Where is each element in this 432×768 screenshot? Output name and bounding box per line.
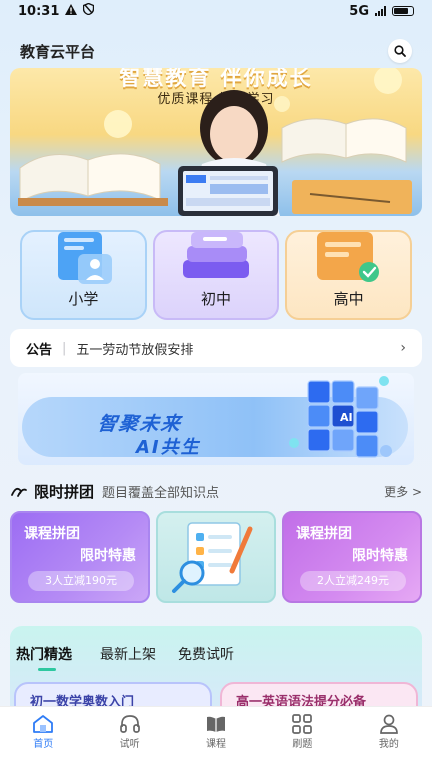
headphones-icon: [118, 713, 142, 735]
shield-icon: [83, 2, 95, 19]
deal-badge: 2人立减249元: [300, 571, 406, 591]
signal-icon: [375, 6, 386, 16]
level-card-primary[interactable]: 小学: [20, 230, 147, 320]
home-icon: [31, 713, 55, 735]
chevron-right-icon: ›: [400, 340, 406, 356]
tab-profile[interactable]: 我的: [346, 707, 432, 768]
level-label-primary: 小学: [68, 290, 99, 308]
search-icon: [394, 45, 406, 57]
divider: |: [62, 340, 67, 356]
level-card-junior[interactable]: 初中: [152, 230, 280, 320]
level-label-senior: 高中: [333, 290, 364, 308]
hot-courses-section: 热门精选 最新上架 免费试听 初一数学奥数入门 高一英语语法提分必备: [10, 626, 422, 716]
tab-courses[interactable]: 课程: [173, 707, 259, 768]
section-title: 限时拼团: [34, 482, 95, 501]
clock: 10:31: [18, 3, 60, 19]
tab-practice[interactable]: 刷题: [259, 707, 345, 768]
battery-icon: [392, 6, 414, 16]
tab-listen[interactable]: 试听: [86, 707, 172, 768]
ai-banner-line1: 智聚未来: [96, 413, 184, 435]
book-icon: [204, 713, 228, 735]
tab-free-trial[interactable]: 免费试听: [178, 644, 234, 664]
tab-hot[interactable]: 热门精选: [16, 644, 72, 671]
ai-promo-banner[interactable]: 智聚未来 AI共生 AI: [18, 373, 414, 465]
promo-banner[interactable]: 智慧教育 伴你成长 优质课程 轻松学习: [10, 68, 422, 216]
group-buy-card[interactable]: 课程拼团 限时特惠 2人立减249元: [282, 511, 422, 603]
level-label-junior: 初中: [201, 290, 232, 308]
ai-badge: AI: [340, 411, 353, 424]
app-header: 教育云平台: [0, 36, 432, 66]
warning-icon: [65, 3, 78, 19]
ai-banner-line2: AI共生: [136, 437, 201, 458]
quiz-illustration-card[interactable]: [156, 511, 276, 603]
tab-label: 试听: [119, 739, 140, 750]
network-label: 5G: [349, 3, 369, 19]
card-title: 课程拼团: [24, 526, 80, 542]
more-link[interactable]: 更多 >: [384, 483, 422, 500]
announcement-tag: 公告: [26, 342, 53, 358]
senior-school-icon: [317, 232, 380, 282]
document-magnifier-icon: [172, 522, 253, 593]
swirl-icon: [11, 487, 27, 497]
group-buy-header: 限时拼团 题目覆盖全部知识点 更多 >: [10, 479, 422, 503]
grid-icon: [290, 713, 314, 735]
junior-school-icon: [182, 232, 249, 278]
tab-label: 课程: [206, 739, 227, 750]
student-illustration: [18, 68, 412, 216]
card-subtitle: 限时特惠: [80, 548, 136, 564]
announcement-bar[interactable]: 公告 | 五一劳动节放假安排 ›: [10, 329, 422, 367]
tab-label: 刷题: [292, 739, 313, 750]
search-button[interactable]: [388, 39, 412, 63]
level-card-senior[interactable]: 高中: [285, 230, 413, 320]
status-bar: 10:31 5G: [0, 0, 432, 22]
tab-new[interactable]: 最新上架: [100, 644, 156, 664]
tab-label: 首页: [33, 739, 54, 750]
person-icon: [377, 713, 401, 735]
grade-level-selector: 小学 初中 高中: [20, 230, 413, 320]
tab-label: 我的: [378, 739, 399, 750]
bottom-tab-bar: 首页 试听 课程 刷题 我的: [0, 706, 432, 768]
ai-cube-icon: [289, 376, 392, 458]
group-buy-cards: 课程拼团 限时特惠 3人立减190元 课程拼团 限时特惠 2人立减249元: [10, 511, 422, 603]
primary-school-icon: [58, 232, 112, 284]
section-subtitle: 题目覆盖全部知识点: [102, 485, 220, 501]
tab-home[interactable]: 首页: [0, 707, 86, 768]
card-title: 课程拼团: [296, 526, 352, 542]
deal-badge: 3人立减190元: [28, 571, 134, 591]
group-buy-card[interactable]: 课程拼团 限时特惠 3人立减190元: [10, 511, 150, 603]
announcement-text: 五一劳动节放假安排: [76, 342, 194, 358]
card-subtitle: 限时特惠: [352, 548, 408, 564]
app-title: 教育云平台: [20, 42, 96, 61]
hot-tabs: 热门精选 最新上架 免费试听: [16, 644, 234, 671]
